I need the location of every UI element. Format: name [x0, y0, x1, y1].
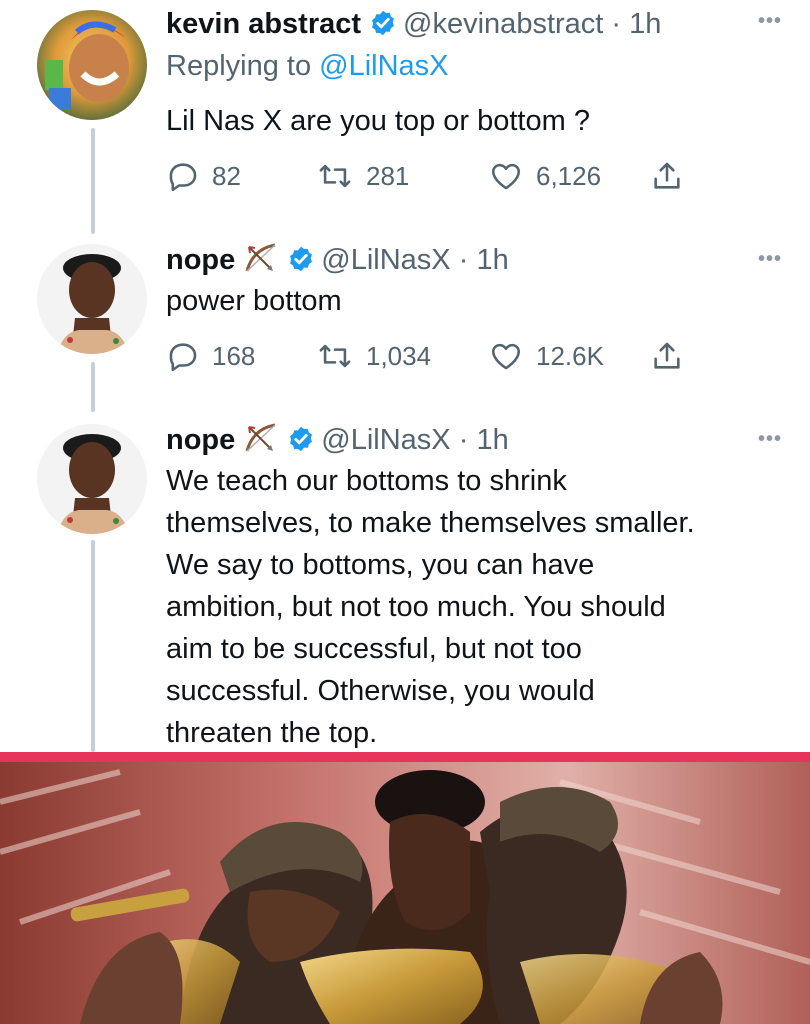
like-button[interactable]: 6,126 [488, 156, 601, 196]
tweet-actions: 168 1,034 12.6K [166, 336, 706, 376]
reply-count: 82 [212, 160, 241, 191]
avatar[interactable] [37, 244, 147, 354]
share-icon [650, 339, 684, 373]
handle[interactable]: @LilNasX [321, 424, 450, 456]
retweet-button[interactable]: 1,034 [316, 336, 431, 376]
avatar[interactable] [37, 424, 147, 534]
thread-connector-line [91, 362, 95, 412]
tweet-text-line: themselves, to make themselves smaller. [166, 507, 695, 539]
tweet-text-line: We say to bottoms, you can have [166, 549, 595, 581]
handle[interactable]: @kevinabstract [403, 8, 603, 40]
more-options-icon[interactable]: ••• [758, 428, 782, 451]
share-button[interactable] [650, 156, 684, 196]
thread-connector-line [91, 540, 95, 752]
separator: · [450, 424, 477, 456]
more-options-icon[interactable]: ••• [758, 248, 782, 271]
tweet-header: kevin abstract @kevinabstract · 1h [166, 4, 661, 48]
display-name[interactable]: nope [166, 424, 235, 456]
replying-to: Replying to @LilNasX [166, 46, 449, 86]
replying-to-label: Replying to [166, 50, 320, 82]
retweet-icon [316, 159, 354, 193]
reply-button[interactable]: 82 [166, 156, 241, 196]
verified-badge-icon [287, 424, 315, 464]
timestamp[interactable]: 1h [629, 8, 661, 40]
thread-connector-line [91, 128, 95, 234]
tweet-thread: kevin abstract @kevinabstract · 1h ••• Re… [0, 0, 810, 752]
reply-icon [166, 339, 200, 373]
verified-badge-icon [287, 244, 315, 284]
like-button[interactable]: 12.6K [488, 336, 604, 376]
tweet-text-line: ambition, but not too much. You should [166, 591, 666, 623]
timestamp[interactable]: 1h [476, 244, 508, 276]
like-count: 6,126 [536, 160, 602, 191]
like-count: 12.6K [536, 340, 604, 371]
separator: · [450, 244, 477, 276]
reply-count: 168 [212, 340, 256, 371]
more-options-icon[interactable]: ••• [758, 10, 782, 33]
replying-to-handle-link[interactable]: @LilNasX [319, 50, 448, 82]
tweet-actions: 82 281 6,126 [166, 156, 706, 196]
timestamp[interactable]: 1h [476, 424, 508, 456]
tweet-text: We teach our bottoms to shrink themselve… [166, 460, 786, 754]
retweet-count: 1,034 [366, 340, 432, 371]
reply-icon [166, 159, 200, 193]
share-button[interactable] [650, 336, 684, 376]
separator: · [603, 8, 630, 40]
display-name[interactable]: kevin abstract [166, 8, 361, 40]
tweet-text-line: successful. Otherwise, you would [166, 675, 595, 707]
avatar[interactable] [37, 10, 147, 120]
retweet-button[interactable]: 281 [316, 156, 409, 196]
retweet-icon [316, 339, 354, 373]
tweet-text-line: aim to be successful, but not too [166, 633, 582, 665]
verified-badge-icon [369, 8, 397, 48]
tweet-text: Lil Nas X are you top or bottom ? [166, 105, 590, 137]
performance-photo [0, 762, 810, 1024]
image-divider [0, 752, 810, 762]
heart-icon [488, 159, 524, 193]
retweet-count: 281 [366, 160, 410, 191]
tweet-text: power bottom [166, 285, 342, 317]
tweet-text-line: We teach our bottoms to shrink [166, 465, 567, 497]
display-name[interactable]: nope [166, 244, 235, 276]
share-icon [650, 159, 684, 193]
heart-icon [488, 339, 524, 373]
handle[interactable]: @LilNasX [321, 244, 450, 276]
tweet-text-line: threaten the top. [166, 717, 378, 749]
reply-button[interactable]: 168 [166, 336, 255, 376]
